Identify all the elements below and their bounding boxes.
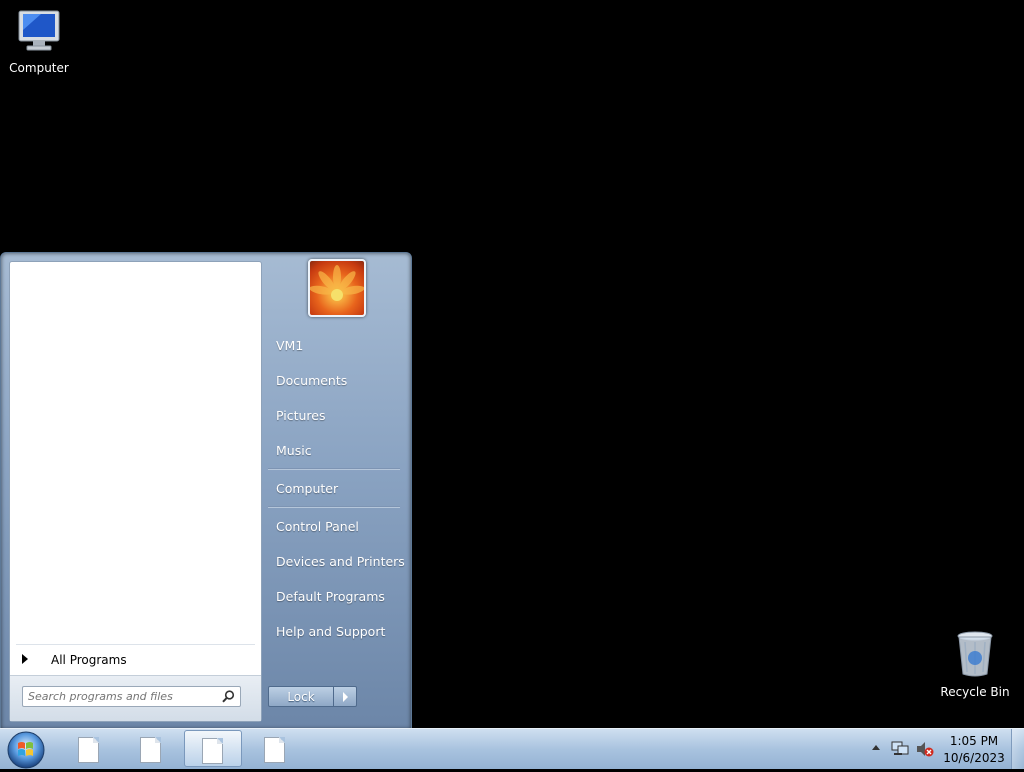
user-account-picture[interactable] — [308, 259, 366, 317]
clock-date[interactable]: 10/6/2023 — [942, 751, 1006, 765]
taskbar-button-4[interactable] — [247, 730, 301, 767]
control-panel-label: Control Panel — [276, 519, 359, 534]
all-programs-label: All Programs — [51, 653, 127, 667]
start-menu-left-pane: All Programs — [9, 261, 262, 722]
shutdown-options-button[interactable] — [334, 686, 357, 707]
show-hidden-icons-arrow-icon[interactable] — [872, 745, 880, 750]
computer-icon — [18, 10, 60, 51]
document-icon — [140, 737, 161, 763]
triangle-right-icon — [343, 692, 348, 702]
document-icon — [264, 737, 285, 763]
start-menu-default-programs[interactable]: Default Programs — [267, 584, 405, 610]
volume-muted-icon[interactable] — [916, 741, 934, 757]
windows-start-orb-icon — [7, 731, 45, 769]
pictures-label: Pictures — [276, 408, 326, 423]
start-menu-documents[interactable]: Documents — [267, 368, 405, 394]
start-menu-control-panel[interactable]: Control Panel — [267, 514, 405, 540]
search-box[interactable] — [22, 686, 241, 707]
start-button[interactable] — [5, 729, 47, 769]
all-programs-divider — [16, 644, 255, 645]
start-menu-pictures[interactable]: Pictures — [267, 403, 405, 429]
search-input[interactable] — [28, 689, 218, 704]
start-menu-help-and-support[interactable]: Help and Support — [267, 619, 405, 645]
triangle-right-icon — [22, 654, 28, 664]
computer-menu-label: Computer — [276, 481, 339, 496]
notification-area: 1:05 PM 10/6/2023 — [864, 729, 1024, 769]
default-programs-label: Default Programs — [276, 589, 385, 604]
document-icon — [78, 737, 99, 763]
flower-icon — [310, 265, 364, 301]
taskbar-button-2[interactable] — [123, 730, 177, 767]
devices-and-printers-label: Devices and Printers — [276, 554, 405, 569]
search-area — [10, 675, 261, 721]
right-pane-divider — [268, 506, 400, 508]
show-desktop-button[interactable] — [1011, 729, 1024, 769]
music-label: Music — [276, 443, 312, 458]
clock-time[interactable]: 1:05 PM — [942, 734, 1006, 748]
search-icon[interactable] — [222, 690, 235, 703]
start-menu-computer[interactable]: Computer — [267, 476, 405, 502]
computer-label: Computer — [9, 61, 69, 75]
start-menu-devices-and-printers[interactable]: Devices and Printers — [267, 549, 405, 575]
all-programs-button[interactable]: All Programs — [18, 652, 248, 674]
start-menu-music[interactable]: Music — [267, 438, 405, 464]
taskbar-button-1[interactable] — [61, 730, 115, 767]
recycle-bin-label: Recycle Bin — [940, 685, 1010, 699]
lock-button[interactable]: Lock — [268, 686, 334, 707]
user-folder-label: VM1 — [276, 338, 304, 353]
start-menu-user-folder[interactable]: VM1 — [267, 333, 405, 359]
desktop-icon-recycle-bin[interactable]: Recycle Bin — [938, 630, 1012, 699]
help-and-support-label: Help and Support — [276, 624, 386, 639]
taskbar-button-3-active[interactable] — [184, 730, 242, 767]
taskbar: 1:05 PM 10/6/2023 — [0, 728, 1024, 769]
start-menu: All Programs VM1 Documents Pi — [0, 252, 412, 730]
pinned-programs-list — [10, 262, 261, 644]
documents-label: Documents — [276, 373, 348, 388]
document-icon — [202, 738, 223, 764]
recycle-bin-icon — [957, 631, 993, 677]
right-pane-divider — [268, 468, 400, 470]
network-icon[interactable] — [891, 741, 909, 757]
desktop-icon-computer[interactable]: Computer — [2, 8, 76, 75]
